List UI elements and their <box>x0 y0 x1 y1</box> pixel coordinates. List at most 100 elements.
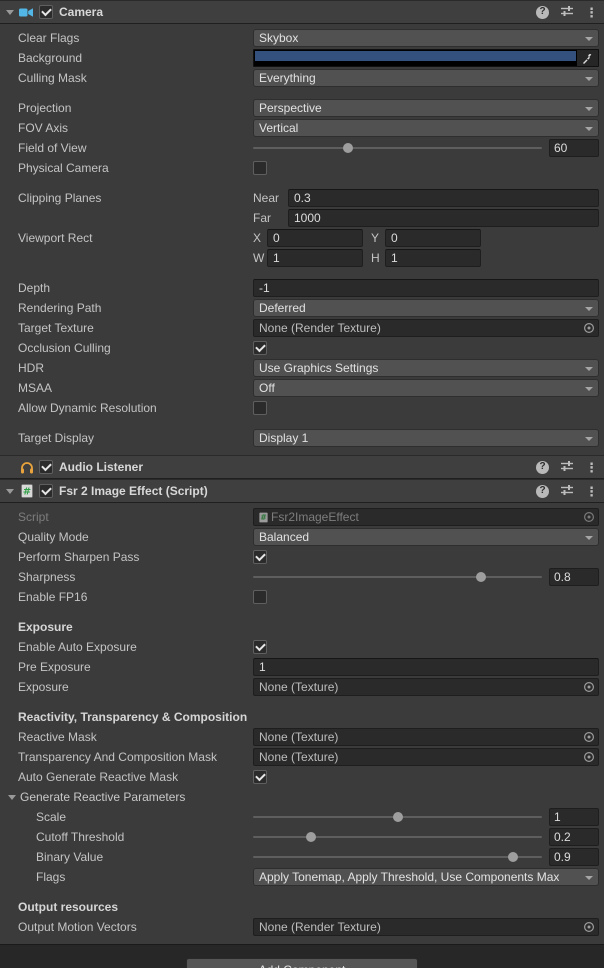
viewport-y-field[interactable]: 0 <box>385 229 481 247</box>
physical-camera-label: Physical Camera <box>0 161 253 175</box>
transparency-mask-label: Transparency And Composition Mask <box>0 750 253 764</box>
slider-knob[interactable] <box>508 852 518 862</box>
reactive-mask-label: Reactive Mask <box>0 730 253 744</box>
clear-flags-dropdown[interactable]: Skybox <box>253 29 599 47</box>
physical-camera-checkbox[interactable] <box>253 161 267 175</box>
clear-flags-row: Clear Flags Skybox <box>0 28 604 48</box>
eyedropper-icon[interactable] <box>577 50 598 66</box>
background-color-field[interactable] <box>253 49 599 67</box>
allow-dynamic-resolution-checkbox[interactable] <box>253 401 267 415</box>
color-swatch[interactable] <box>255 51 576 61</box>
projection-dropdown[interactable]: Perspective <box>253 99 599 117</box>
occlusion-culling-checkbox[interactable] <box>253 341 267 355</box>
viewport-rect-xy-row: Viewport Rect X0 Y0 <box>0 228 604 248</box>
script-row: Script # Fsr2ImageEffect <box>0 507 604 527</box>
presets-icon[interactable] <box>560 460 574 475</box>
object-picker-icon[interactable] <box>580 320 598 336</box>
binary-value-slider[interactable] <box>253 848 542 866</box>
field-of-view-value-field[interactable]: 60 <box>549 139 599 157</box>
fov-axis-dropdown[interactable]: Vertical <box>253 119 599 137</box>
field-of-view-row: Field of View 60 <box>0 138 604 158</box>
object-picker-icon[interactable] <box>580 729 598 745</box>
field-of-view-slider[interactable] <box>253 139 542 157</box>
fsr2-enabled-checkbox[interactable] <box>39 484 53 498</box>
enable-auto-exposure-label: Enable Auto Exposure <box>0 640 253 654</box>
perform-sharpen-pass-checkbox[interactable] <box>253 550 267 564</box>
chevron-down-icon <box>585 77 593 81</box>
viewport-x-field[interactable]: 0 <box>267 229 363 247</box>
reactivity-section-title: Reactivity, Transparency & Composition <box>0 710 247 724</box>
fsr2-component-header[interactable]: # Fsr 2 Image Effect (Script) ? ⋮ <box>0 479 604 503</box>
msaa-dropdown[interactable]: Off <box>253 379 599 397</box>
help-icon[interactable]: ? <box>536 485 549 498</box>
target-texture-label: Target Texture <box>0 321 253 335</box>
presets-icon[interactable] <box>560 484 574 499</box>
add-component-button[interactable]: Add Component <box>186 958 418 968</box>
clear-flags-label: Clear Flags <box>0 31 253 45</box>
foldout-expanded-icon[interactable] <box>4 485 16 497</box>
target-display-dropdown[interactable]: Display 1 <box>253 429 599 447</box>
output-motion-vectors-label: Output Motion Vectors <box>0 920 253 934</box>
help-icon[interactable]: ? <box>536 461 549 474</box>
enable-fp16-checkbox[interactable] <box>253 590 267 604</box>
binary-value-value-field[interactable]: 0.9 <box>549 848 599 866</box>
scale-slider[interactable] <box>253 808 542 826</box>
script-object-field[interactable]: # Fsr2ImageEffect <box>253 508 599 526</box>
chevron-down-icon <box>585 307 593 311</box>
depth-field[interactable]: -1 <box>253 279 599 297</box>
cutoff-threshold-slider[interactable] <box>253 828 542 846</box>
kebab-menu-icon[interactable]: ⋮ <box>585 6 598 19</box>
kebab-menu-icon[interactable]: ⋮ <box>585 461 598 474</box>
cutoff-threshold-label: Cutoff Threshold <box>0 830 253 844</box>
reactive-mask-object-field[interactable]: None (Texture) <box>253 728 599 746</box>
target-texture-object-field[interactable]: None (Render Texture) <box>253 319 599 337</box>
object-picker-icon[interactable] <box>580 919 598 935</box>
presets-icon[interactable] <box>560 5 574 20</box>
auto-generate-reactive-mask-checkbox[interactable] <box>253 770 267 784</box>
audio-listener-component-header[interactable]: Audio Listener ? ⋮ <box>0 455 604 479</box>
slider-knob[interactable] <box>306 832 316 842</box>
rendering-path-dropdown[interactable]: Deferred <box>253 299 599 317</box>
transparency-mask-object-field[interactable]: None (Texture) <box>253 748 599 766</box>
target-display-label: Target Display <box>0 431 253 445</box>
perform-sharpen-pass-label: Perform Sharpen Pass <box>0 550 253 564</box>
scale-value-field[interactable]: 1 <box>549 808 599 826</box>
near-field[interactable]: 0.3 <box>288 189 599 207</box>
cutoff-threshold-value-field[interactable]: 0.2 <box>549 828 599 846</box>
camera-enabled-checkbox[interactable] <box>39 5 53 19</box>
flags-dropdown[interactable]: Apply Tonemap, Apply Threshold, Use Comp… <box>253 868 599 886</box>
occlusion-culling-row: Occlusion Culling <box>0 338 604 358</box>
sharpness-value-field[interactable]: 0.8 <box>549 568 599 586</box>
help-icon[interactable]: ? <box>536 6 549 19</box>
hdr-label: HDR <box>0 361 253 375</box>
far-field[interactable]: 1000 <box>288 209 599 227</box>
binary-value-row: Binary Value 0.9 <box>0 847 604 867</box>
pre-exposure-field[interactable]: 1 <box>253 658 599 676</box>
output-motion-vectors-object-field[interactable]: None (Render Texture) <box>253 918 599 936</box>
viewport-h-field[interactable]: 1 <box>385 249 481 267</box>
exposure-object-field[interactable]: None (Texture) <box>253 678 599 696</box>
slider-knob[interactable] <box>476 572 486 582</box>
quality-mode-label: Quality Mode <box>0 530 253 544</box>
audio-listener-enabled-checkbox[interactable] <box>39 460 53 474</box>
object-picker-icon[interactable] <box>580 749 598 765</box>
quality-mode-dropdown[interactable]: Balanced <box>253 528 599 546</box>
slider-knob[interactable] <box>393 812 403 822</box>
pre-exposure-row: Pre Exposure 1 <box>0 657 604 677</box>
fsr2-title: Fsr 2 Image Effect (Script) <box>59 484 208 498</box>
output-section-row: Output resources <box>0 897 604 917</box>
object-picker-icon[interactable] <box>580 679 598 695</box>
chevron-down-icon <box>585 127 593 131</box>
foldout-expanded-icon[interactable] <box>4 6 16 18</box>
enable-auto-exposure-checkbox[interactable] <box>253 640 267 654</box>
viewport-w-field[interactable]: 1 <box>267 249 363 267</box>
quality-mode-row: Quality Mode Balanced <box>0 527 604 547</box>
object-picker-icon[interactable] <box>580 509 598 525</box>
sharpness-slider[interactable] <box>253 568 542 586</box>
kebab-menu-icon[interactable]: ⋮ <box>585 485 598 498</box>
camera-component-header[interactable]: Camera ? ⋮ <box>0 0 604 24</box>
hdr-dropdown[interactable]: Use Graphics Settings <box>253 359 599 377</box>
foldout-expanded-icon[interactable] <box>6 791 18 803</box>
culling-mask-dropdown[interactable]: Everything <box>253 69 599 87</box>
slider-knob[interactable] <box>343 143 353 153</box>
